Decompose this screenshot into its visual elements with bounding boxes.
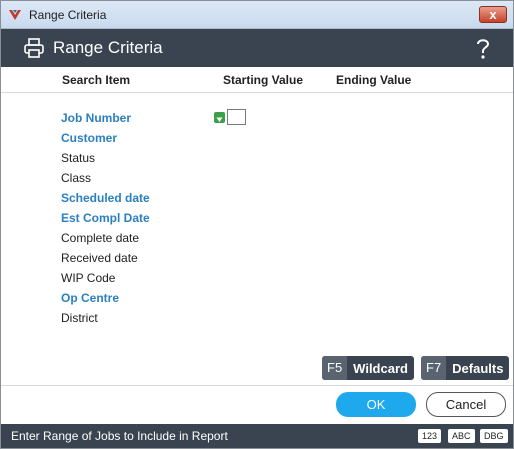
badge-abc[interactable]: ABC	[448, 429, 475, 443]
title-bar: Range Criteria x	[1, 1, 513, 29]
status-message: Enter Range of Jobs to Include in Report	[11, 429, 228, 443]
ok-button[interactable]: OK	[336, 392, 416, 417]
criteria-status[interactable]: Status	[61, 151, 95, 167]
wildcard-button[interactable]: F5 Wildcard	[322, 356, 414, 380]
criteria-received-date[interactable]: Received date	[61, 251, 138, 267]
badge-123[interactable]: 123	[418, 429, 442, 443]
criteria-est-compl-date[interactable]: Est Compl Date	[61, 211, 150, 227]
app-logo-icon	[9, 10, 21, 20]
dialog-header: Range Criteria	[1, 29, 513, 67]
column-search-item: Search Item	[62, 73, 131, 87]
criteria-wip-code[interactable]: WIP Code	[61, 271, 115, 287]
criteria-job-number[interactable]: Job Number	[61, 111, 131, 127]
divider	[1, 92, 513, 93]
column-starting-value: Starting Value	[223, 73, 304, 87]
close-icon: x	[489, 7, 497, 22]
help-icon[interactable]	[473, 36, 493, 60]
status-bar: Enter Range of Jobs to Include in Report…	[1, 424, 513, 448]
criteria-scheduled-date[interactable]: Scheduled date	[61, 191, 150, 207]
cancel-button[interactable]: Cancel	[426, 392, 506, 417]
range-criteria-dialog: Range Criteria x Range Criteria Search I…	[0, 0, 514, 449]
criteria-class[interactable]: Class	[61, 171, 91, 187]
wildcard-label: Wildcard	[353, 360, 408, 376]
criteria-customer[interactable]: Customer	[61, 131, 117, 147]
badge-dbg[interactable]: DBG	[480, 429, 508, 443]
dropdown-icon[interactable]	[214, 112, 225, 123]
defaults-label: Defaults	[452, 360, 504, 376]
wildcard-key: F5	[322, 356, 348, 380]
dialog-heading: Range Criteria	[53, 38, 163, 57]
job-number-start-input[interactable]	[227, 109, 246, 125]
defaults-button[interactable]: F7 Defaults	[421, 356, 510, 380]
printer-icon	[24, 38, 44, 58]
divider	[1, 385, 513, 386]
criteria-district[interactable]: District	[61, 311, 98, 327]
defaults-key: F7	[421, 356, 447, 380]
criteria-complete-date[interactable]: Complete date	[61, 231, 139, 247]
window-title: Range Criteria	[29, 8, 107, 22]
column-ending-value: Ending Value	[336, 73, 412, 87]
criteria-op-centre[interactable]: Op Centre	[61, 291, 119, 307]
close-button[interactable]: x	[479, 6, 507, 23]
